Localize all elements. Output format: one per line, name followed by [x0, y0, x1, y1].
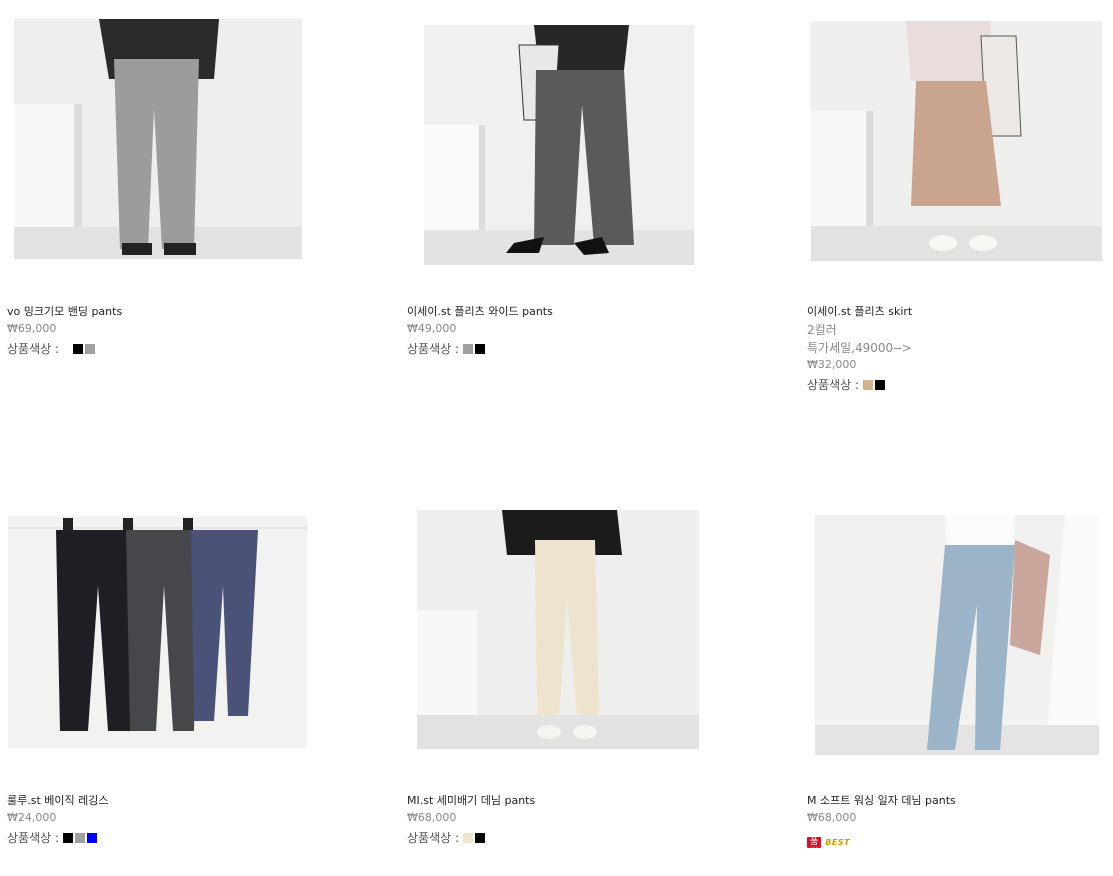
colors-label: 상품색상 : [807, 378, 860, 392]
color-swatch [85, 343, 96, 354]
product-image[interactable] [417, 510, 699, 749]
colors-label: 상품색상 : [407, 342, 460, 356]
product-price: ₩69,000 [7, 322, 57, 335]
product-name[interactable]: 이세이.st 플리츠 와이드 pants [407, 303, 553, 319]
product-name[interactable]: 이세이.st 플리츠 skirt [807, 303, 912, 319]
product-price: ₩68,000 [807, 811, 857, 824]
soldout-badge: 품절 [807, 837, 822, 858]
color-swatch [463, 832, 474, 843]
product-name[interactable]: vo 밍크기모 밴딩 pants [7, 303, 122, 319]
product-image[interactable] [424, 25, 694, 265]
colors-label: 상품색상 : [7, 831, 60, 845]
colors-label: 상품색상 : [407, 831, 460, 845]
product-price: ₩68,000 [407, 811, 457, 824]
product-price: ₩49,000 [407, 322, 457, 335]
color-swatch [875, 379, 886, 390]
product-colors: 상품색상 : [7, 829, 99, 846]
product-name[interactable]: MI.st 세미배기 데님 pants [407, 792, 535, 808]
color-swatch [75, 832, 86, 843]
product-colors: 상품색상 : [407, 829, 487, 846]
product-price: ₩24,000 [7, 811, 57, 824]
product-color-count: 2컬러 [807, 323, 837, 337]
color-swatch [73, 343, 84, 354]
product-colors: 상품색상 : [7, 340, 97, 357]
product-badges: 품절 BEST [807, 837, 851, 858]
product-name[interactable]: 룰루.st 베이직 레깅스 [7, 792, 109, 808]
product-image[interactable] [811, 21, 1102, 261]
product-colors: 상품색상 : [407, 340, 487, 357]
product-image[interactable] [815, 515, 1099, 755]
color-swatch [63, 832, 74, 843]
color-swatch [463, 343, 474, 354]
product-image[interactable] [8, 516, 307, 748]
product-name[interactable]: M 소프트 워싱 일자 데님 pants [807, 792, 956, 808]
product-sale-note: 특가세일,49000--> [807, 341, 912, 355]
color-swatch [863, 379, 874, 390]
color-swatch [475, 343, 486, 354]
product-colors: 상품색상 : [807, 376, 887, 393]
colors-label: 상품색상 : [7, 342, 60, 356]
product-image[interactable] [14, 19, 302, 259]
product-price: ₩32,000 [807, 358, 857, 371]
color-swatch [87, 832, 98, 843]
color-swatch [475, 832, 486, 843]
best-badge: BEST [825, 838, 851, 847]
